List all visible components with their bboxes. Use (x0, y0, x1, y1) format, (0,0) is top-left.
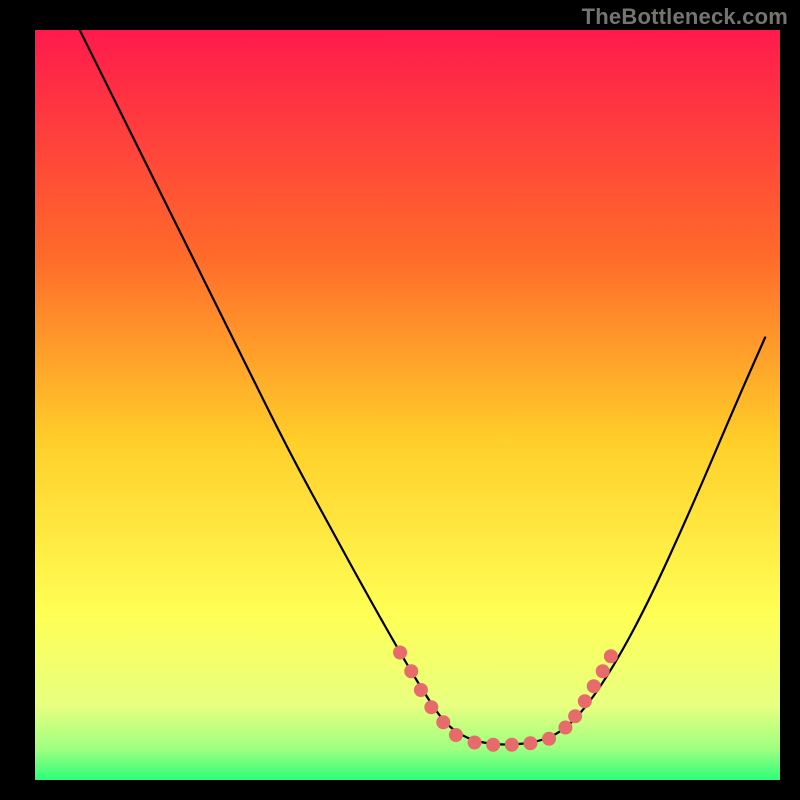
curve-dot (558, 721, 572, 735)
curve-dot (424, 700, 438, 714)
bottleneck-chart (0, 0, 800, 800)
curve-dot (449, 728, 463, 742)
chart-container: TheBottleneck.com (0, 0, 800, 800)
curve-dot (414, 683, 428, 697)
curve-dot (596, 664, 610, 678)
curve-dot (523, 736, 537, 750)
curve-dot (604, 649, 618, 663)
curve-dot (505, 738, 519, 752)
curve-dot (486, 738, 500, 752)
curve-dot (542, 732, 556, 746)
curve-dot (404, 664, 418, 678)
curve-dot (436, 715, 450, 729)
curve-dot (468, 736, 482, 750)
curve-dot (393, 646, 407, 660)
curve-dot (587, 679, 601, 693)
curve-dot (578, 694, 592, 708)
curve-dot (568, 709, 582, 723)
